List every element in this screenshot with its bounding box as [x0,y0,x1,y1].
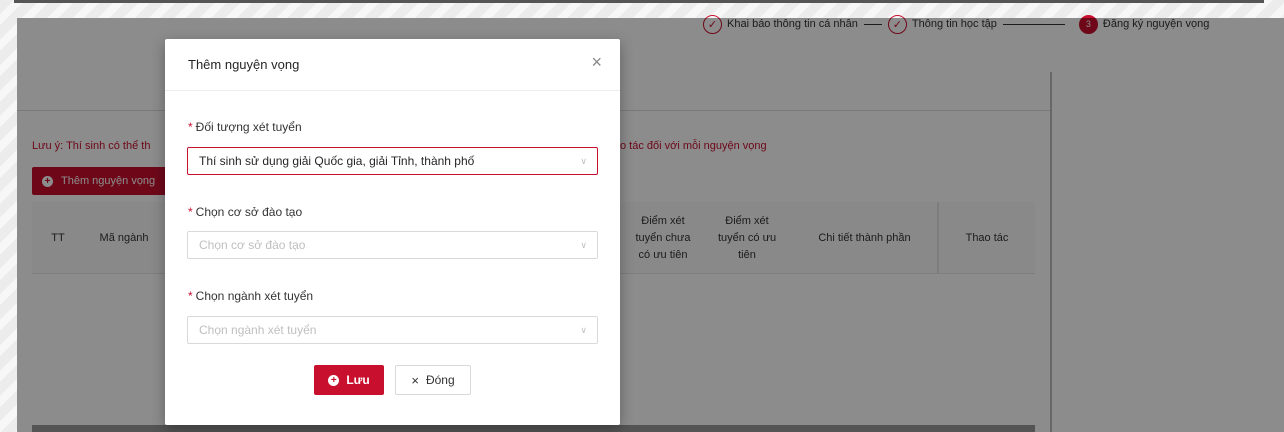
close-button[interactable]: × Đóng [395,365,471,395]
select-placeholder: Chọn ngành xét tuyển [199,323,317,337]
field-label-co-so: * Chọn cơ sở đào tạo [188,205,303,219]
save-label: Lưu [346,373,370,387]
plus-circle-icon: + [328,374,340,386]
select-nganh-xet-tuyen[interactable]: Chọn ngành xét tuyển ∨ [187,316,598,344]
close-icon[interactable]: × [591,53,602,71]
required-mark: * [188,289,193,303]
chevron-down-icon: ∨ [580,240,587,250]
top-rule [14,0,1264,3]
modal-header: Thêm nguyện vọng × [165,39,620,91]
field-label-doi-tuong: * Đối tượng xét tuyển [188,120,302,134]
add-wish-modal: Thêm nguyện vọng × * Đối tượng xét tuyển … [165,39,620,425]
chevron-down-icon: ∨ [580,325,587,335]
select-co-so-dao-tao[interactable]: Chọn cơ sở đào tạo ∨ [187,231,598,259]
save-button[interactable]: + Lưu [314,365,384,395]
required-mark: * [188,205,193,219]
select-doi-tuong[interactable]: Thí sinh sử dụng giải Quốc gia, giải Tỉn… [187,147,598,175]
close-label: Đóng [425,373,455,387]
modal-title: Thêm nguyện vọng [188,57,300,72]
select-placeholder: Chọn cơ sở đào tạo [199,238,306,252]
close-icon: × [411,372,419,388]
chevron-down-icon: ∨ [580,156,587,166]
select-value: Thí sinh sử dụng giải Quốc gia, giải Tỉn… [199,154,475,168]
required-mark: * [188,120,193,134]
field-label-nganh: * Chọn ngành xét tuyển [188,289,314,303]
